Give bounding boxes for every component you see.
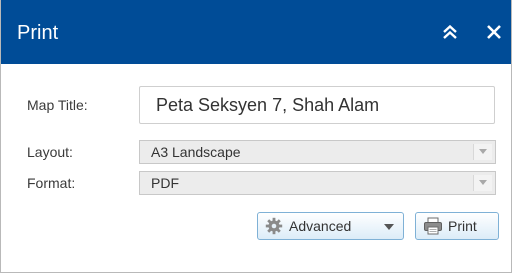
format-select[interactable]: PDF: [139, 171, 496, 195]
dialog-title: Print: [17, 22, 59, 44]
layout-selected-value: A3 Landscape: [151, 144, 241, 160]
close-button[interactable]: [483, 21, 505, 43]
close-icon: [487, 25, 501, 39]
caret-down-icon: [384, 224, 394, 230]
layout-dropdown-arrow[interactable]: [473, 144, 492, 160]
layout-select[interactable]: A3 Landscape: [139, 140, 496, 164]
printer-icon: [424, 217, 442, 235]
print-button-label: Print: [448, 218, 477, 234]
advanced-button[interactable]: Advanced: [257, 212, 404, 240]
format-label: Format:: [27, 175, 76, 191]
gear-icon: [265, 217, 283, 235]
collapse-button[interactable]: [439, 21, 461, 43]
format-selected-value: PDF: [151, 175, 179, 191]
layout-label: Layout:: [27, 144, 73, 160]
double-chevron-up-icon: [443, 24, 457, 39]
map-title-label: Map Title:: [27, 97, 88, 113]
print-button[interactable]: Print: [415, 212, 499, 240]
format-dropdown-arrow[interactable]: [473, 175, 492, 191]
chevron-down-icon: [479, 180, 487, 185]
chevron-down-icon: [479, 149, 487, 154]
advanced-button-label: Advanced: [289, 218, 352, 234]
title-bar: Print: [1, 0, 511, 64]
print-dialog: Print Map Title: Layout: A3 Landscape Fo…: [0, 0, 512, 273]
map-title-input[interactable]: [139, 86, 495, 124]
